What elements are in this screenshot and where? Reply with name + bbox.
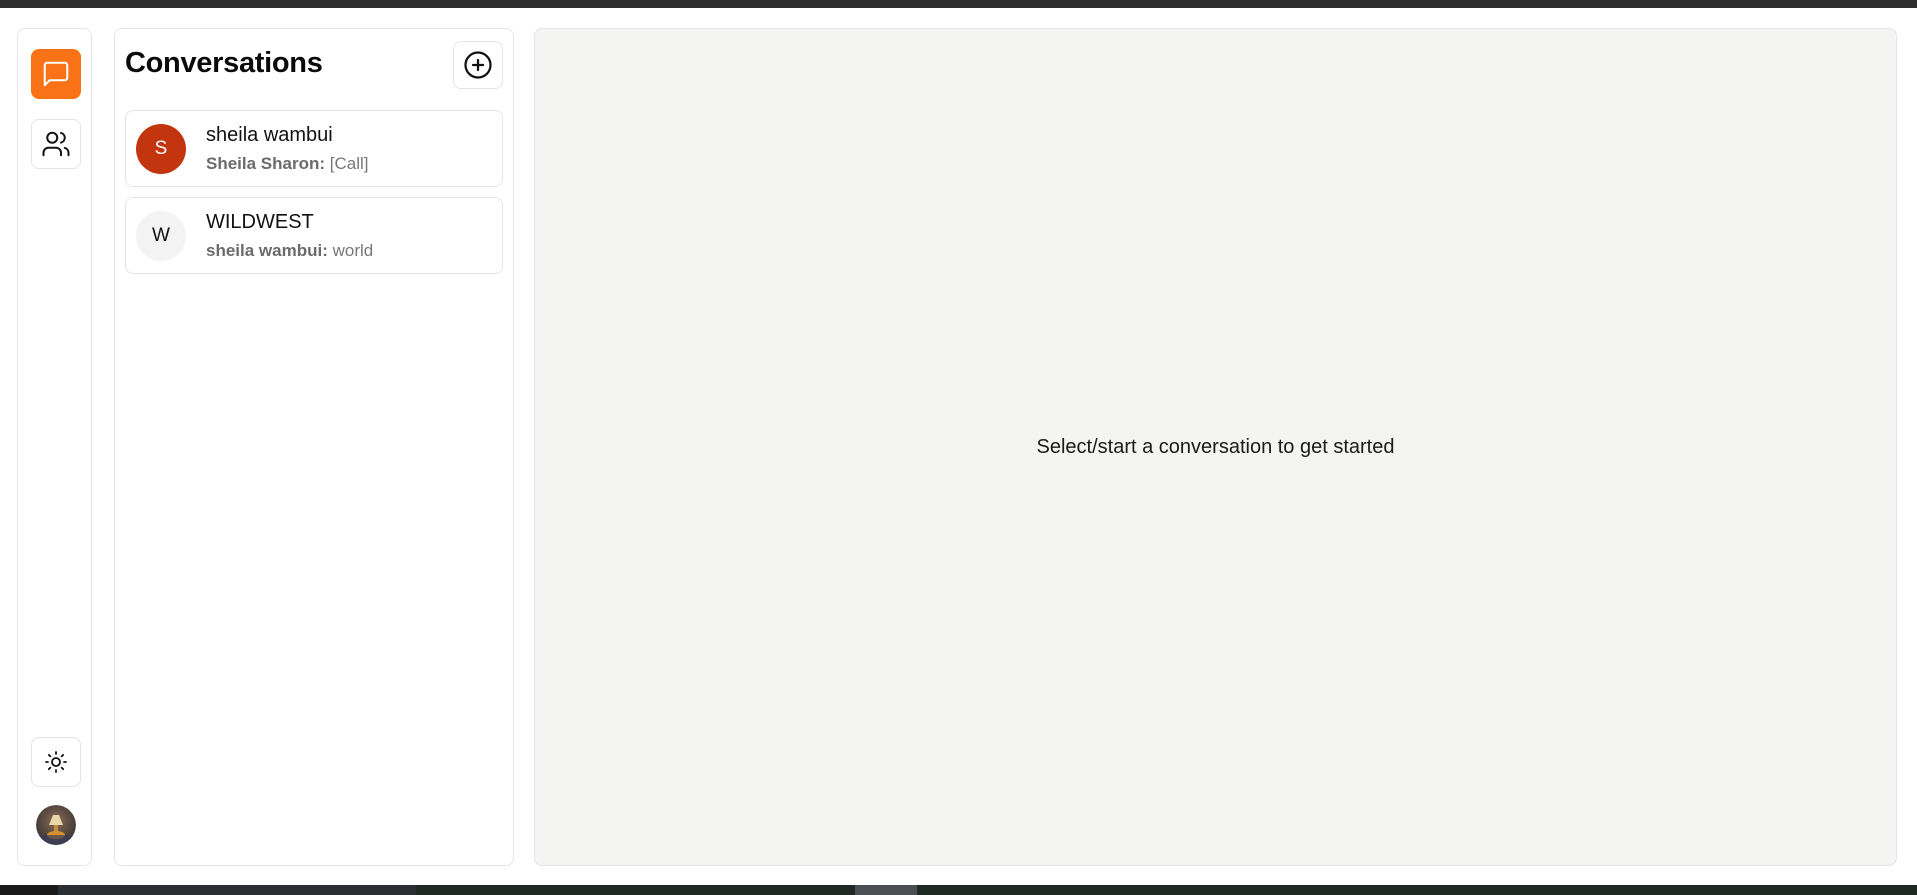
plus-circle-icon: [464, 51, 492, 79]
users-icon: [42, 131, 70, 157]
conversations-panel: Conversations S sheila wambui Sheila Sha…: [114, 28, 514, 866]
avatar-image: [36, 805, 76, 845]
page-title: Conversations: [125, 47, 323, 79]
new-conversation-button[interactable]: [453, 41, 503, 89]
avatar-initial: W: [152, 225, 170, 246]
conversation-item[interactable]: S sheila wambui Sheila Sharon: [Call]: [125, 110, 503, 187]
message-square-icon: [43, 61, 69, 87]
nav-contacts-button[interactable]: [31, 119, 81, 169]
conversation-item[interactable]: W WILDWEST sheila wambui: world: [125, 197, 503, 274]
sun-icon: [45, 751, 67, 773]
preview-message: [Call]: [329, 154, 369, 173]
nav-chats-button[interactable]: [31, 49, 81, 99]
user-avatar[interactable]: [36, 805, 76, 845]
preview-message: world: [332, 241, 374, 260]
theme-toggle-button[interactable]: [31, 737, 81, 787]
nav-rail: [17, 28, 92, 866]
preview-sender: sheila wambui:: [206, 241, 328, 260]
conversation-preview: sheila wambui: world: [206, 241, 373, 261]
conversation-avatar: S: [136, 124, 186, 174]
window-top-bar: [0, 0, 1917, 8]
conversation-name: WILDWEST: [206, 211, 314, 233]
conversation-preview: Sheila Sharon: [Call]: [206, 154, 369, 174]
conversation-avatar: W: [136, 211, 186, 261]
taskbar-strip: [0, 885, 1917, 895]
conversation-name: sheila wambui: [206, 124, 333, 146]
conversation-view: Select/start a conversation to get start…: [534, 28, 1897, 866]
preview-sender: Sheila Sharon:: [206, 154, 326, 173]
empty-state-message: Select/start a conversation to get start…: [1036, 435, 1395, 458]
avatar-initial: S: [154, 138, 168, 159]
